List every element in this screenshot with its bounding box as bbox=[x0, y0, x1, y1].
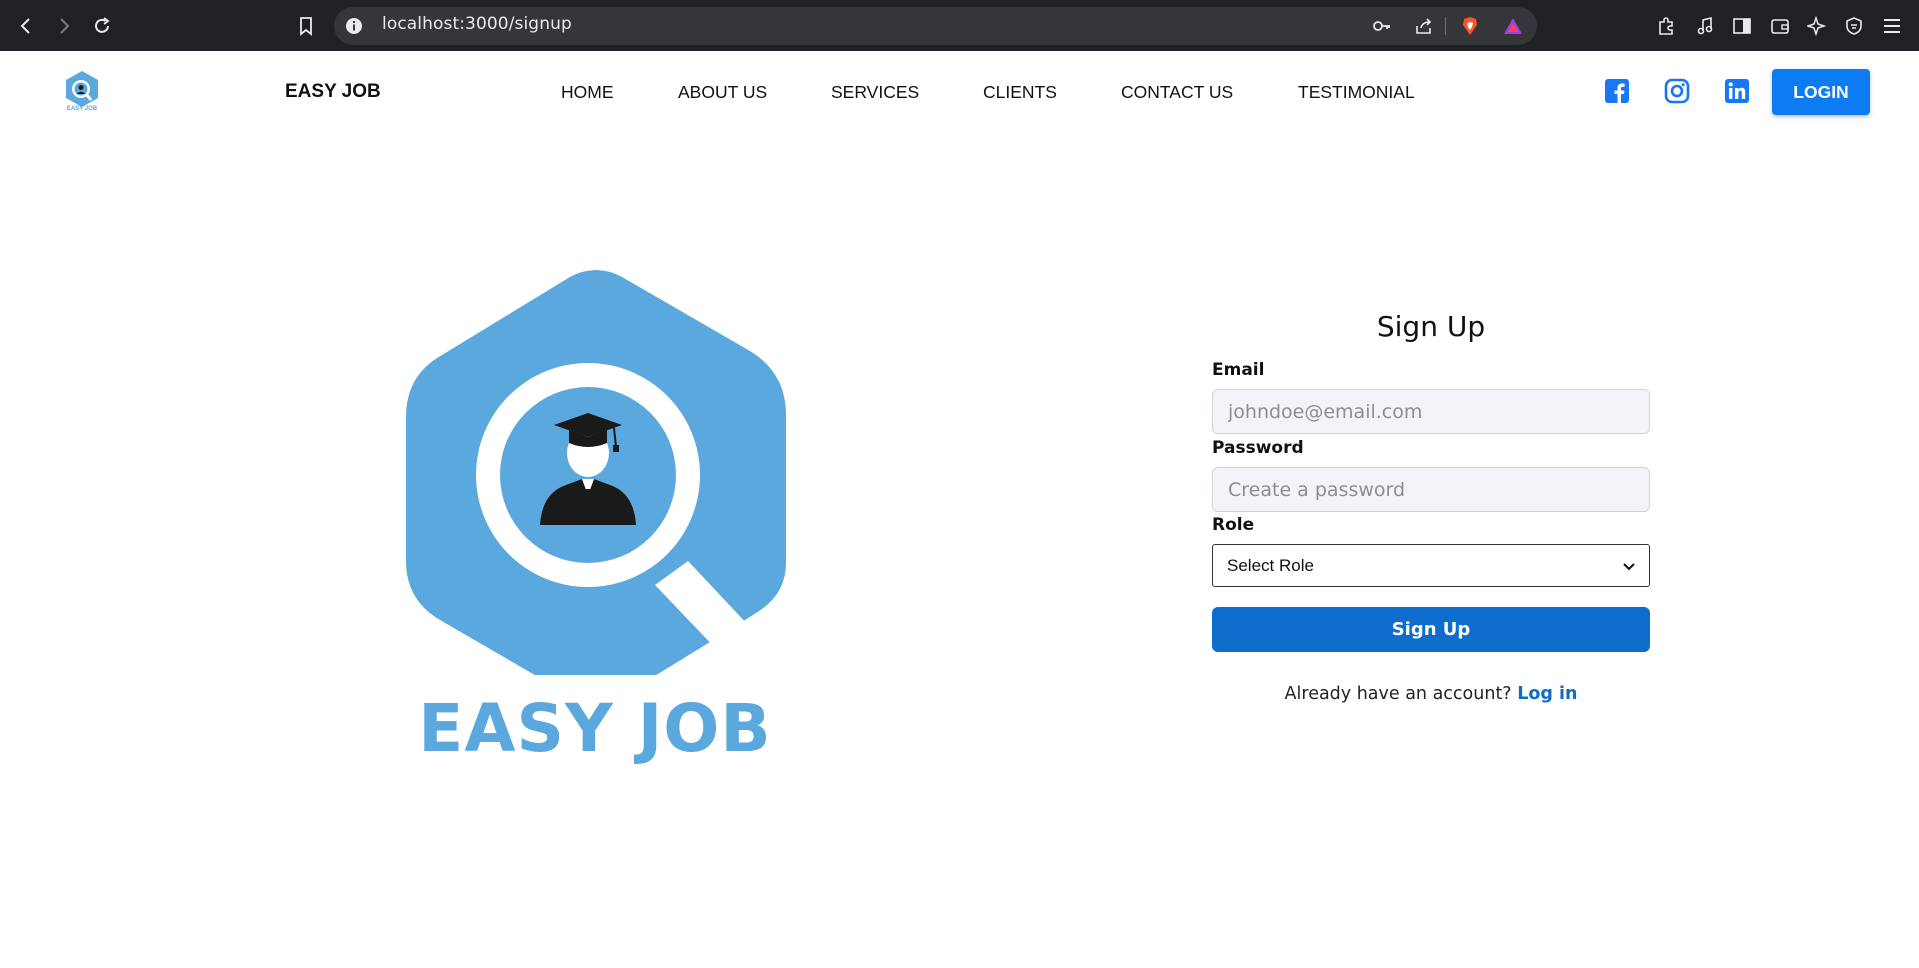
vpn-icon[interactable] bbox=[1840, 12, 1868, 40]
nav-link-home[interactable]: HOME bbox=[561, 82, 614, 103]
bookmark-icon[interactable] bbox=[292, 12, 320, 40]
nav-link-clients[interactable]: CLIENTS bbox=[983, 82, 1057, 103]
instagram-icon[interactable] bbox=[1664, 78, 1690, 104]
login-link[interactable]: Log in bbox=[1517, 684, 1577, 704]
menu-icon[interactable] bbox=[1878, 12, 1906, 40]
chevron-down-icon bbox=[1623, 556, 1635, 576]
logo-caption: EASY JOB bbox=[66, 106, 98, 112]
role-select-value: Select Role bbox=[1227, 555, 1314, 575]
email-label: Email bbox=[1212, 360, 1265, 380]
password-field[interactable] bbox=[1212, 467, 1650, 512]
nav-link-services[interactable]: SERVICES bbox=[831, 82, 919, 103]
brave-rewards-icon[interactable] bbox=[1499, 12, 1527, 40]
email-field[interactable] bbox=[1212, 389, 1650, 434]
hero-logo-text: EASY JOB bbox=[418, 690, 772, 767]
login-button[interactable]: LOGIN bbox=[1772, 69, 1870, 115]
reload-icon[interactable] bbox=[88, 12, 116, 40]
nav-link-testimonial[interactable]: TESTIMONIAL bbox=[1298, 82, 1415, 103]
browser-toolbar: localhost:3000/signup bbox=[0, 0, 1919, 51]
brave-shields-icon[interactable] bbox=[1456, 12, 1484, 40]
linkedin-icon[interactable] bbox=[1724, 78, 1750, 104]
back-icon[interactable] bbox=[12, 12, 40, 40]
nav-link-about-us[interactable]: ABOUT US bbox=[678, 82, 767, 103]
brand-name[interactable]: EASY JOB bbox=[285, 81, 381, 103]
url-text[interactable]: localhost:3000/signup bbox=[382, 14, 572, 34]
facebook-icon[interactable] bbox=[1604, 78, 1630, 104]
site-logo[interactable]: EASY JOB bbox=[60, 69, 104, 115]
signup-button[interactable]: Sign Up bbox=[1212, 607, 1650, 652]
leo-ai-icon[interactable] bbox=[1803, 12, 1831, 40]
site-navbar: EASY JOB EASY JOB HOME ABOUT US SERVICES… bbox=[0, 51, 1919, 131]
have-account-text: Already have an account? bbox=[1284, 684, 1512, 704]
signup-title: Sign Up bbox=[1376, 310, 1486, 343]
password-label: Password bbox=[1212, 438, 1304, 458]
site-info-icon[interactable] bbox=[340, 12, 368, 40]
nav-link-contact-us[interactable]: CONTACT US bbox=[1121, 82, 1233, 103]
sidebar-icon[interactable] bbox=[1728, 12, 1756, 40]
media-icon[interactable] bbox=[1691, 12, 1719, 40]
hero-logo-image bbox=[400, 265, 800, 699]
have-account-prompt: Already have an account? Log in bbox=[1212, 684, 1650, 704]
key-icon[interactable] bbox=[1368, 12, 1396, 40]
wallet-icon[interactable] bbox=[1766, 12, 1794, 40]
forward-icon[interactable] bbox=[50, 12, 78, 40]
share-icon[interactable] bbox=[1410, 12, 1438, 40]
role-select[interactable]: Select Role bbox=[1212, 544, 1650, 587]
extensions-icon[interactable] bbox=[1652, 12, 1680, 40]
url-separator bbox=[1445, 17, 1446, 35]
role-label: Role bbox=[1212, 515, 1255, 535]
